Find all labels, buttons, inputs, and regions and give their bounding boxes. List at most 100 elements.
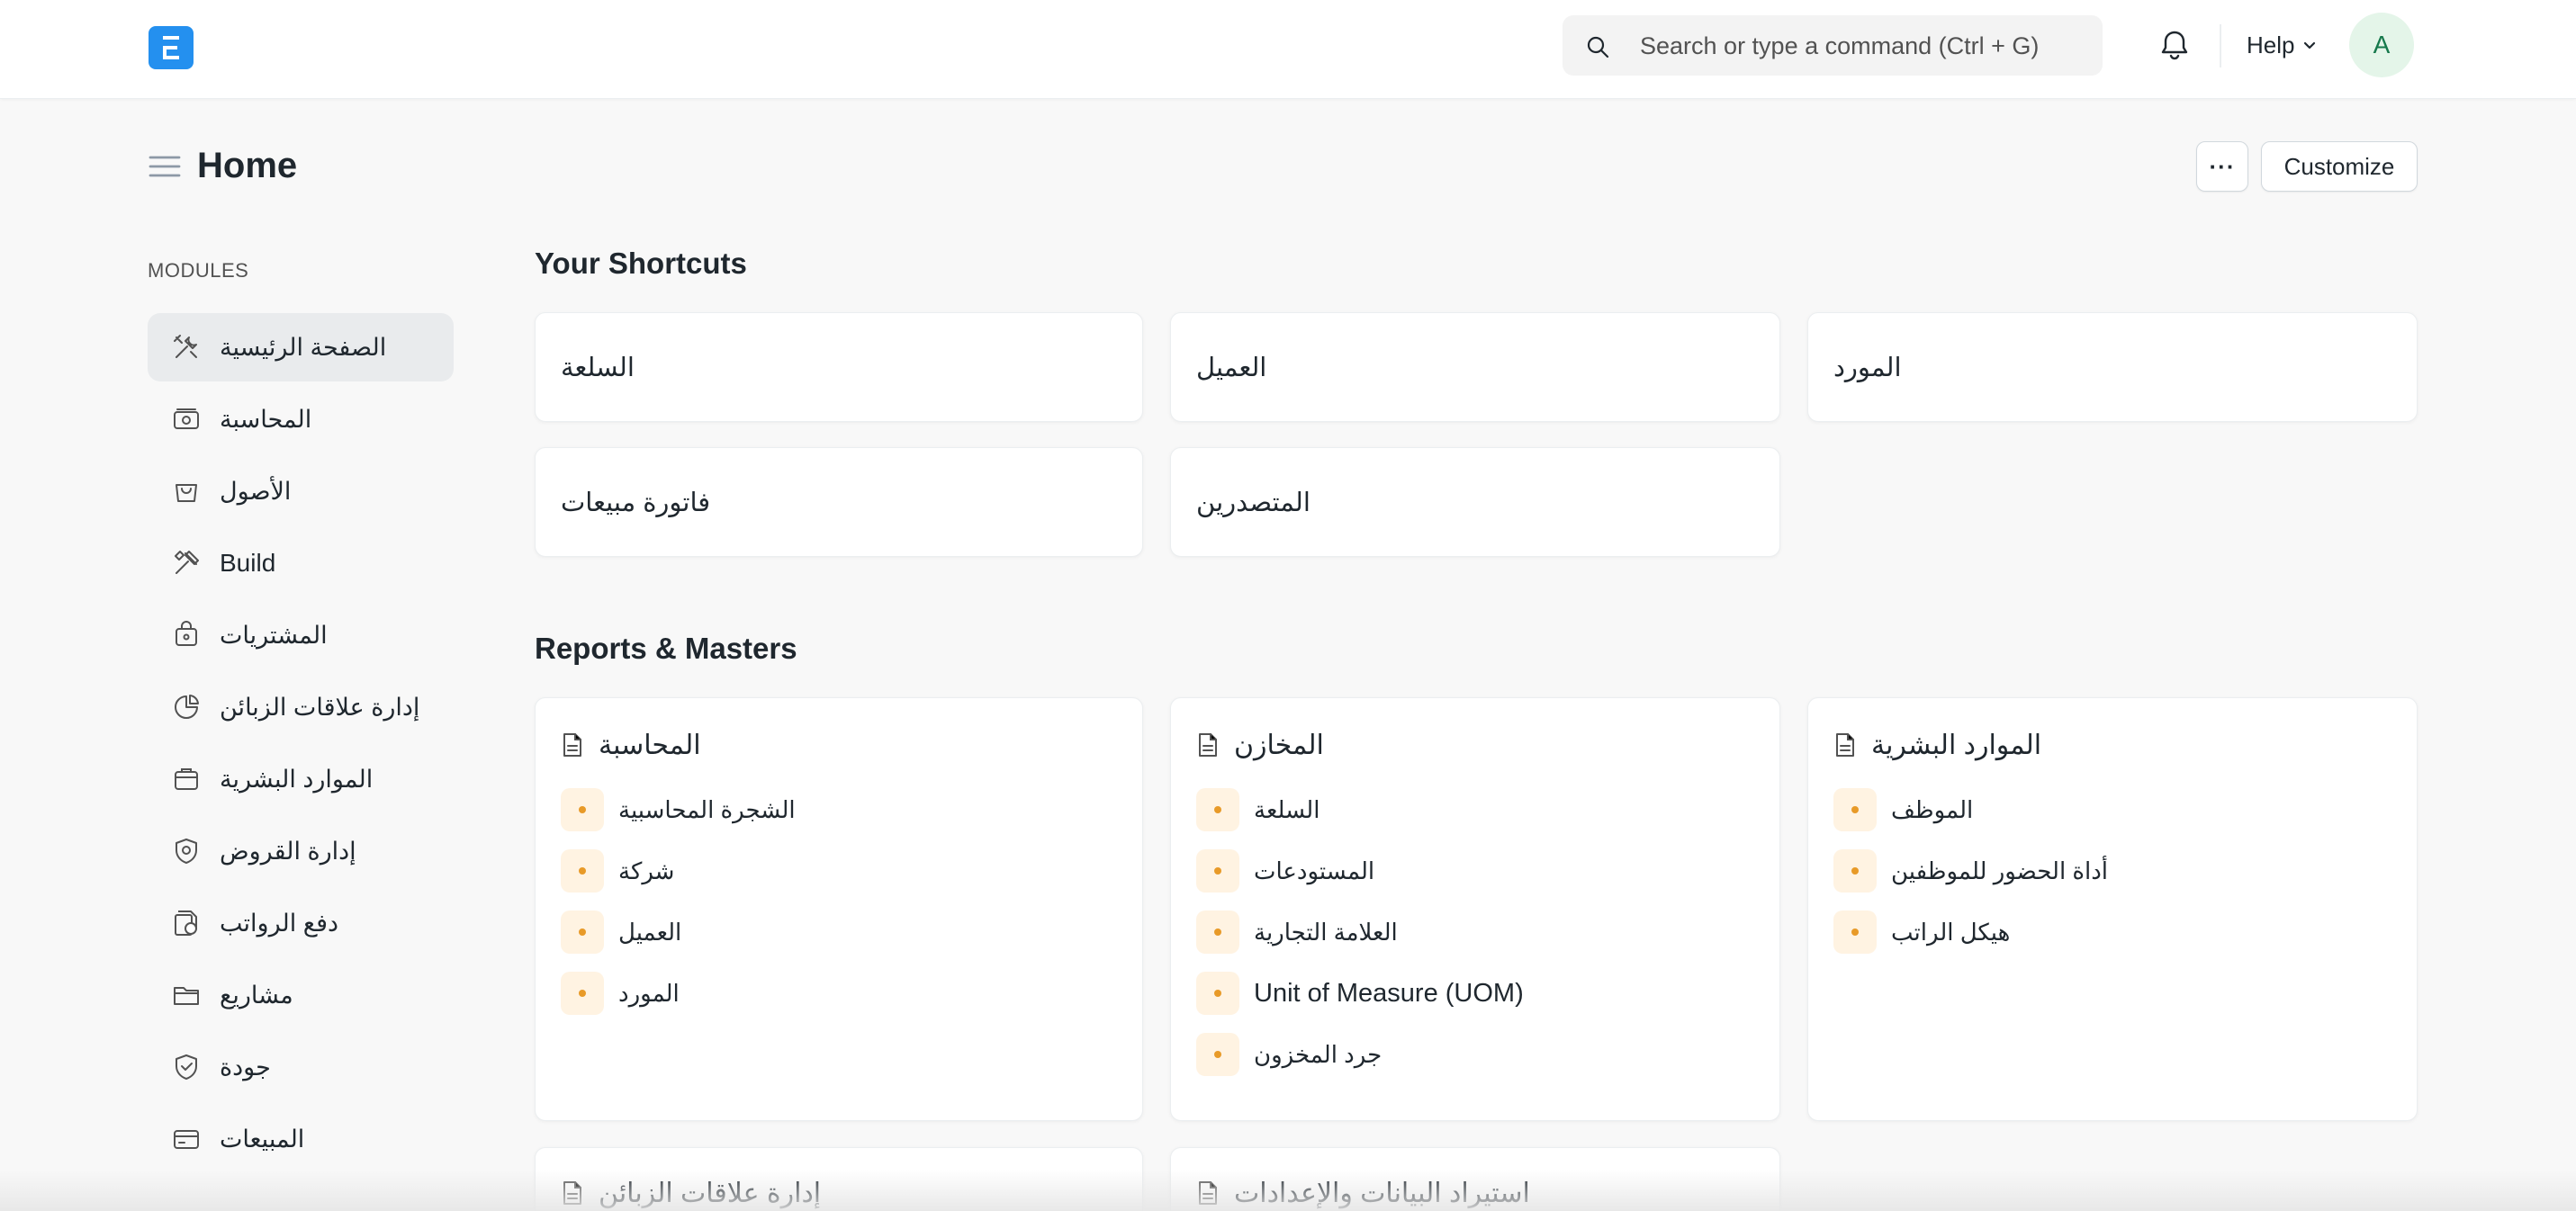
report-link[interactable]: العلامة التجارية	[1196, 910, 1754, 954]
report-link[interactable]: جرد المخزون	[1196, 1033, 1754, 1076]
report-link[interactable]: Unit of Measure (UOM)	[1196, 972, 1754, 1015]
sidebar-item-loans[interactable]: إدارة القروض	[148, 817, 454, 885]
loan-icon	[171, 836, 202, 866]
search-bar[interactable]	[1563, 15, 2103, 77]
sidebar-item-hr[interactable]: الموارد البشرية	[148, 745, 454, 813]
bullet-dot-icon	[561, 788, 604, 831]
shortcut-card[interactable]: المورد	[1807, 312, 2418, 422]
assets-icon	[171, 476, 202, 507]
report-card-title: الموارد البشرية	[1871, 730, 2042, 760]
report-card-title: المحاسبة	[599, 730, 701, 760]
sidebar-item-accounting[interactable]: المحاسبة	[148, 385, 454, 453]
report-link[interactable]: هيكل الراتب	[1833, 910, 2391, 954]
document-icon	[1199, 1181, 1217, 1205]
accounting-icon	[171, 404, 202, 435]
report-card-header[interactable]: الموارد البشرية	[1833, 727, 2391, 763]
customize-button[interactable]: Customize	[2261, 141, 2418, 192]
sidebar-item-label: المحاسبة	[220, 405, 312, 433]
shortcut-label: فاتورة مبيعات	[561, 488, 711, 517]
sidebar-item-label: الموارد البشرية	[220, 765, 374, 793]
report-card-data-import: استيراد البيانات والإعدادات	[1170, 1147, 1780, 1211]
report-link[interactable]: السلعة	[1196, 788, 1754, 831]
sidebar-item-quality[interactable]: جودة	[148, 1033, 454, 1101]
report-link-label: العميل	[618, 918, 682, 946]
sidebar-item-payroll[interactable]: دفع الرواتب	[148, 889, 454, 957]
report-card-header[interactable]: المخازن	[1196, 727, 1754, 763]
report-link[interactable]: الشجرة المحاسبية	[561, 788, 1117, 831]
tools-icon	[171, 332, 202, 363]
report-card-header[interactable]: المحاسبة	[561, 727, 1117, 763]
help-label: Help	[2247, 31, 2295, 58]
shortcut-card[interactable]: السلعة	[535, 312, 1143, 422]
shortcut-label: السلعة	[561, 353, 635, 382]
sidebar-item-label: المشتريات	[220, 621, 328, 649]
sidebar-item-label: Build	[220, 549, 276, 577]
help-dropdown[interactable]: Help	[2247, 27, 2318, 63]
report-link[interactable]: الموظف	[1833, 788, 2391, 831]
sidebar-item-projects[interactable]: مشاريع	[148, 961, 454, 1029]
report-card-stock: المخازن السلعة المستودعات العلامة التجار…	[1170, 697, 1780, 1121]
report-card-title: استيراد البيانات والإعدادات	[1234, 1178, 1530, 1208]
user-avatar[interactable]: A	[2349, 13, 2414, 77]
page-title: Home	[197, 146, 298, 185]
shortcut-card[interactable]: المتصدرين	[1170, 447, 1780, 557]
build-icon	[171, 548, 202, 579]
report-card-header[interactable]: إدارة علاقات الزبائن	[561, 1175, 1117, 1211]
report-link-label: Unit of Measure (UOM)	[1254, 978, 1524, 1008]
report-card-header[interactable]: استيراد البيانات والإعدادات	[1196, 1175, 1754, 1211]
more-actions-button[interactable]: ···	[2196, 141, 2248, 192]
bullet-dot-icon	[1196, 1033, 1239, 1076]
shortcuts-title: Your Shortcuts	[535, 247, 747, 280]
document-icon	[1199, 733, 1217, 757]
crm-icon	[171, 692, 202, 722]
shortcut-card[interactable]: فاتورة مبيعات	[535, 447, 1143, 557]
sidebar-item-buying[interactable]: المشتريات	[148, 601, 454, 669]
app-logo[interactable]	[149, 26, 194, 69]
report-link-label: المستودعات	[1254, 857, 1375, 884]
notification-bell-icon[interactable]	[2157, 27, 2193, 63]
report-link[interactable]: المستودعات	[1196, 849, 1754, 893]
report-link-label: الشجرة المحاسبية	[618, 795, 796, 823]
report-link[interactable]: أداة الحضور للموظفين	[1833, 849, 2391, 893]
sidebar-item-build[interactable]: Build	[148, 529, 454, 597]
report-card-crm: إدارة علاقات الزبائن	[535, 1147, 1143, 1211]
search-input[interactable]	[1638, 15, 2092, 77]
report-link-label: السلعة	[1254, 795, 1320, 823]
modules-section-label: MODULES	[148, 259, 249, 282]
sidebar-item-selling[interactable]: المبيعات	[148, 1105, 454, 1173]
sidebar-item-crm[interactable]: إدارة علاقات الزبائن	[148, 673, 454, 741]
sidebar-toggle-icon[interactable]	[149, 153, 181, 180]
report-card-hr: الموارد البشرية الموظف أداة الحضور للموظ…	[1807, 697, 2418, 1121]
sidebar: الصفحة الرئيسية المحاسبة الأصول Build ال…	[148, 313, 454, 1177]
bullet-dot-icon	[1196, 972, 1239, 1015]
sidebar-item-assets[interactable]: الأصول	[148, 457, 454, 525]
document-icon	[563, 733, 581, 757]
report-link-label: العلامة التجارية	[1254, 918, 1398, 946]
shortcut-label: المورد	[1833, 353, 1902, 382]
sidebar-item-home[interactable]: الصفحة الرئيسية	[148, 313, 454, 381]
reports-title: Reports & Masters	[535, 632, 797, 665]
sidebar-item-label: جودة	[220, 1053, 271, 1081]
report-link[interactable]: المورد	[561, 972, 1117, 1015]
navbar: Help A	[0, 0, 2576, 99]
shortcut-card[interactable]: العميل	[1170, 312, 1780, 422]
document-icon	[563, 1181, 581, 1205]
shortcut-label: المتصدرين	[1196, 488, 1311, 517]
payroll-icon	[171, 908, 202, 938]
report-card-title: إدارة علاقات الزبائن	[599, 1178, 822, 1208]
report-link[interactable]: شركة	[561, 849, 1117, 893]
bullet-dot-icon	[561, 849, 604, 893]
report-link[interactable]: العميل	[561, 910, 1117, 954]
sidebar-item-label: إدارة القروض	[220, 837, 356, 865]
sidebar-item-label: دفع الرواتب	[220, 909, 338, 937]
folder-icon	[171, 980, 202, 1010]
quality-icon	[171, 1052, 202, 1082]
report-link-label: جرد المخزون	[1254, 1040, 1383, 1068]
report-link-label: أداة الحضور للموظفين	[1891, 857, 2109, 884]
sidebar-item-label: إدارة علاقات الزبائن	[220, 693, 420, 721]
buying-icon	[171, 620, 202, 650]
chevron-down-icon	[2304, 41, 2316, 49]
report-link-label: شركة	[618, 857, 675, 884]
report-link-label: الموظف	[1891, 795, 1974, 823]
hr-icon	[171, 764, 202, 794]
